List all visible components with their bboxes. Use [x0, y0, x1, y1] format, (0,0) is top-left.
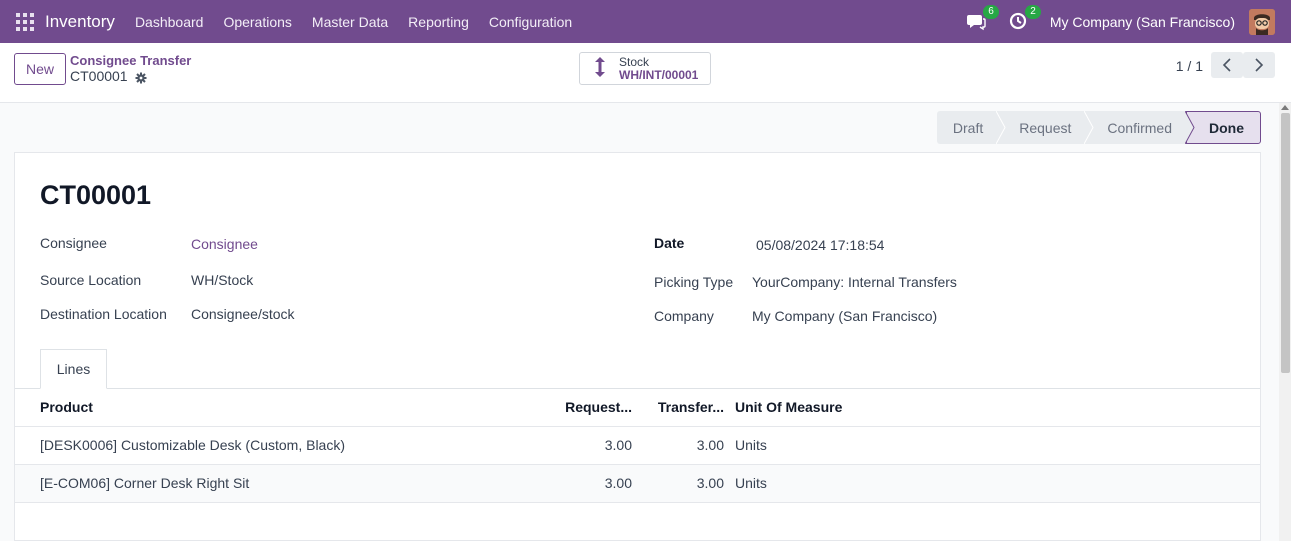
breadcrumb-consignee-transfer[interactable]: Consignee Transfer — [70, 53, 191, 68]
pager-previous-button[interactable] — [1211, 52, 1243, 78]
picking-type-field[interactable]: YourCompany: Internal Transfers — [752, 274, 957, 290]
smart-button-label: Stock — [619, 54, 650, 69]
new-button[interactable]: New — [14, 53, 66, 85]
row-request: 3.00 — [604, 437, 632, 453]
menu-operations[interactable]: Operations — [223, 14, 291, 30]
picking-type-label: Picking Type — [654, 274, 734, 290]
stage-label: Request — [1019, 119, 1072, 136]
consignee-field[interactable]: Consignee — [191, 236, 258, 252]
transfer-arrows-icon — [594, 56, 608, 81]
apps-grid-icon[interactable] — [16, 12, 34, 31]
company-label: Company — [654, 308, 714, 324]
consignee-label: Consignee — [40, 235, 107, 251]
menu-configuration[interactable]: Configuration — [489, 14, 572, 30]
stage-label: Done — [1209, 119, 1244, 136]
header-product[interactable]: Product — [40, 389, 93, 426]
stock-smart-button[interactable]: Stock WH/INT/00001 — [579, 52, 711, 85]
source-location-field[interactable]: WH/Stock — [191, 272, 253, 288]
activities-badge: 2 — [1025, 4, 1041, 19]
pager-value[interactable]: 1 / 1 — [1176, 58, 1203, 74]
menu-reporting[interactable]: Reporting — [408, 14, 469, 30]
messages-badge: 6 — [983, 4, 999, 19]
stage-label: Draft — [952, 119, 984, 136]
breadcrumb: Consignee Transfer CT00001 — [70, 53, 191, 85]
company-field[interactable]: My Company (San Francisco) — [752, 308, 937, 324]
user-avatar[interactable] — [1249, 8, 1275, 35]
menu-master-data[interactable]: Master Data — [312, 14, 388, 30]
tab-lines[interactable]: Lines — [40, 349, 107, 389]
date-label: Date — [654, 235, 685, 251]
chevron-right-icon — [1255, 58, 1264, 72]
row-product: [E-COM06] Corner Desk Right Sit — [40, 475, 250, 491]
notebook-tabs: Lines — [15, 349, 1260, 389]
row-product: [DESK0006] Customizable Desk (Custom, Bl… — [40, 437, 345, 453]
stage-label: Confirmed — [1107, 119, 1172, 136]
activities-icon[interactable]: 2 — [1008, 4, 1041, 33]
record-title: CT00001 — [40, 180, 152, 210]
table-row[interactable]: [DESK0006] Customizable Desk (Custom, Bl… — [15, 427, 1260, 465]
gear-icon[interactable] — [135, 71, 147, 83]
stage-done[interactable]: Done — [1186, 111, 1261, 144]
app-name[interactable]: Inventory — [45, 12, 115, 32]
control-panel: New Consignee Transfer CT00001 Stock WH/… — [0, 43, 1291, 103]
scroll-up-arrow-icon[interactable] — [1281, 105, 1289, 110]
record-name: CT00001 — [70, 68, 128, 84]
header-uom[interactable]: Unit Of Measure — [735, 389, 842, 426]
destination-location-label: Destination Location — [40, 306, 167, 322]
date-field[interactable]: 05/08/2024 17:18:54 — [756, 237, 884, 253]
row-uom: Units — [735, 475, 767, 491]
table-header: Product Request... Transfer... Unit Of M… — [15, 389, 1260, 427]
smart-button-value: WH/INT/00001 — [619, 67, 699, 82]
stage-confirmed[interactable]: Confirmed — [1085, 111, 1195, 144]
lines-table: Product Request... Transfer... Unit Of M… — [15, 389, 1260, 541]
header-request[interactable]: Request... — [565, 389, 632, 426]
vertical-scrollbar[interactable] — [1279, 103, 1291, 541]
row-uom: Units — [735, 437, 767, 453]
pager-next-button[interactable] — [1243, 52, 1275, 78]
menu-dashboard[interactable]: Dashboard — [135, 14, 204, 30]
destination-location-field[interactable]: Consignee/stock — [191, 306, 295, 322]
stage-draft[interactable]: Draft — [936, 111, 1006, 144]
header-transfer[interactable]: Transfer... — [658, 389, 724, 426]
chevron-left-icon — [1222, 58, 1231, 72]
row-transfer: 3.00 — [696, 437, 724, 453]
breadcrumb-current-record: CT00001 — [70, 68, 191, 85]
top-navbar: Inventory Dashboard Operations Master Da… — [0, 0, 1291, 43]
main-menu: Dashboard Operations Master Data Reporti… — [125, 14, 582, 30]
table-empty-row — [15, 503, 1260, 541]
row-transfer: 3.00 — [696, 475, 724, 491]
company-switcher[interactable]: My Company (San Francisco) — [1050, 14, 1235, 30]
row-request: 3.00 — [604, 475, 632, 491]
stage-request[interactable]: Request — [997, 111, 1094, 144]
form-sheet: CT00001 Consignee Consignee Source Locat… — [14, 152, 1261, 541]
scrollbar-thumb[interactable] — [1281, 113, 1290, 373]
messages-icon[interactable]: 6 — [966, 4, 999, 33]
source-location-label: Source Location — [40, 272, 142, 288]
table-row[interactable]: [E-COM06] Corner Desk Right Sit 3.00 3.0… — [15, 465, 1260, 503]
status-bar: Draft Request Confirmed Done — [936, 111, 1261, 144]
